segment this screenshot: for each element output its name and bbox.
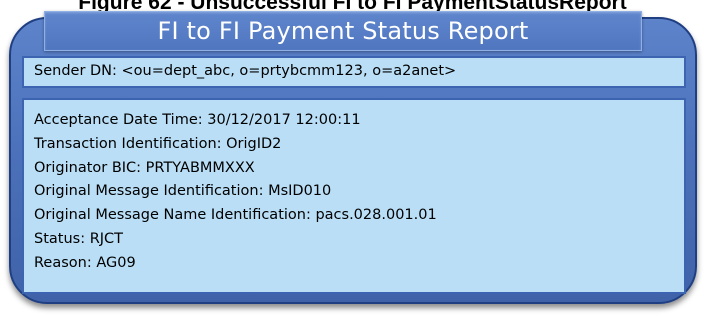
sender-box: Sender DN: <ou=dept_abc, o=prtybcmm123, … bbox=[22, 56, 686, 88]
detail-transaction-identification: Transaction Identification: OrigID2 bbox=[34, 135, 282, 152]
sender-dn: Sender DN: <ou=dept_abc, o=prtybcmm123, … bbox=[34, 63, 457, 80]
title-bar: FI to FI Payment Status Report bbox=[44, 11, 642, 51]
figure: Figure 62 - Unsuccessful FI to FI Paymen… bbox=[0, 0, 705, 316]
detail-status: Status: RJCT bbox=[34, 230, 124, 247]
detail-reason: Reason: AG09 bbox=[34, 254, 136, 271]
detail-original-message-identification: Original Message Identification: MsID010 bbox=[34, 183, 332, 200]
details-box: Acceptance Date Time: 30/12/2017 12:00:1… bbox=[22, 98, 686, 294]
detail-original-message-name-identification: Original Message Name Identification: pa… bbox=[34, 207, 437, 224]
detail-acceptance-date-time: Acceptance Date Time: 30/12/2017 12:00:1… bbox=[34, 112, 361, 128]
detail-originator-bic: Originator BIC: PRTYABMMXXX bbox=[34, 159, 255, 176]
report-title: FI to FI Payment Status Report bbox=[157, 17, 529, 45]
